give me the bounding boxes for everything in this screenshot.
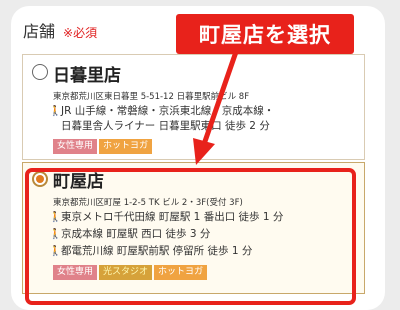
annotation-callout: 町屋店を選択 [176,14,354,54]
